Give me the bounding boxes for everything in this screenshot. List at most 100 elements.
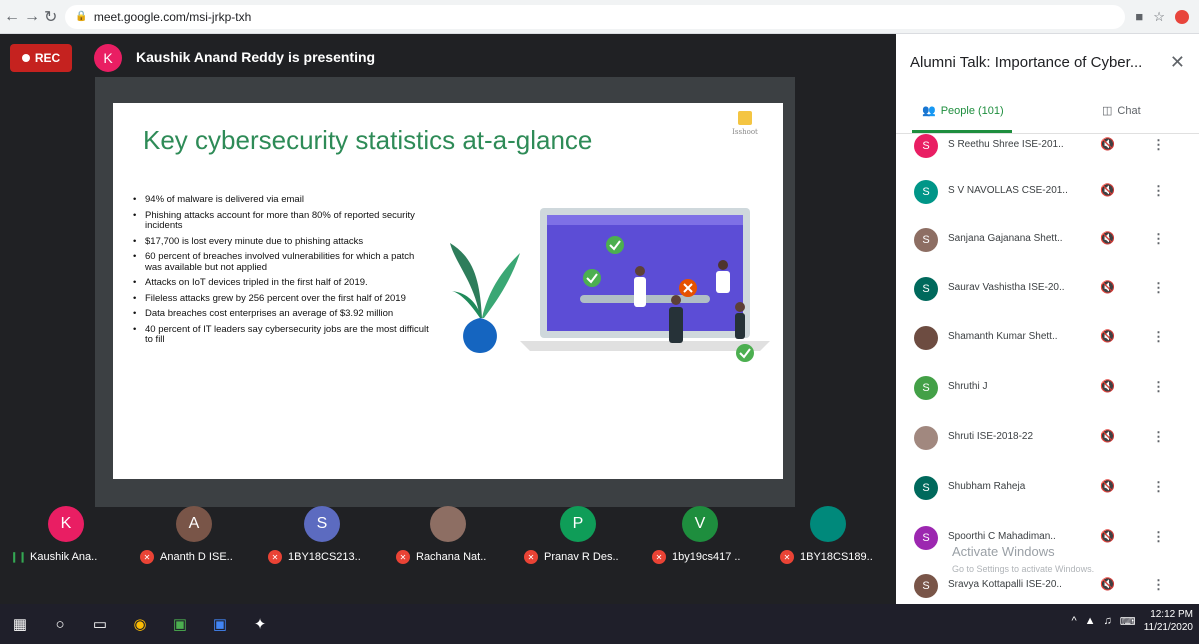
chrome-icon[interactable]: ◉ (120, 604, 160, 644)
address-bar[interactable]: 🔒 meet.google.com/msi-jrkp-txh (65, 4, 1126, 29)
reload-icon[interactable]: ↻ (44, 5, 57, 29)
more-options-icon[interactable]: ⋮ (1152, 577, 1165, 593)
more-options-icon[interactable]: ⋮ (1152, 183, 1165, 199)
bullet-item: Attacks on IoT devices tripled in the fi… (133, 277, 433, 289)
more-options-icon[interactable]: ⋮ (1152, 137, 1165, 153)
app-icon[interactable]: ✦ (240, 604, 280, 644)
people-list: S S Reethu Shree ISE-201.. 🔇 ⋮ S S V NAV… (896, 134, 1199, 604)
mic-off-icon[interactable]: 🔇 (1100, 379, 1115, 393)
avatar: S (914, 228, 938, 252)
participant-name: Ananth D ISE.. (160, 551, 233, 563)
mic-off-icon[interactable]: 🔇 (1100, 429, 1115, 443)
avatar: P (560, 506, 596, 542)
mic-off-icon[interactable]: 🔇 (1100, 280, 1115, 294)
mic-off-icon[interactable]: 🔇 (1100, 231, 1115, 245)
more-options-icon[interactable]: ⋮ (1152, 479, 1165, 495)
mic-off-icon: ✕ (780, 550, 794, 564)
participant-tile[interactable]: S ✕ 1BY18CS213.. (258, 502, 378, 570)
list-item[interactable]: Shruti ISE-2018-22 🔇 ⋮ (896, 426, 1199, 462)
avatar (914, 426, 938, 450)
person-name: S Reethu Shree ISE-201.. (948, 139, 1064, 150)
participant-name: Rachana Nat.. (416, 551, 487, 563)
tab-people[interactable]: 👥 People (101) (922, 104, 1004, 118)
list-item[interactable]: S Shubham Raheja 🔇 ⋮ (896, 476, 1199, 512)
person-name: Shruti ISE-2018-22 (948, 431, 1034, 442)
task-view-icon[interactable]: ▭ (80, 604, 120, 644)
mic-off-icon[interactable]: 🔇 (1100, 529, 1115, 543)
clock-date: 11/21/2020 (1143, 622, 1193, 633)
tab-people-label: People (101) (940, 104, 1004, 117)
more-options-icon[interactable]: ⋮ (1152, 379, 1165, 395)
forward-icon[interactable]: → (24, 5, 40, 29)
list-item[interactable]: S Sanjana Gajanana Shett.. 🔇 ⋮ (896, 228, 1199, 264)
lock-icon: 🔒 (75, 11, 88, 22)
rec-label: REC (34, 51, 61, 65)
avatar (914, 326, 938, 350)
keyboard-icon[interactable]: ⌨ (1120, 615, 1136, 628)
mic-off-icon[interactable]: 🔇 (1100, 577, 1115, 591)
participant-tile[interactable]: ✕ Rachana Nat.. (386, 502, 506, 570)
chat-icon: ◫ (1102, 105, 1113, 117)
participant-tile[interactable]: A ✕ Ananth D ISE.. (130, 502, 250, 570)
list-item[interactable]: S Sravya Kottapalli ISE-20.. 🔇 ⋮ (896, 574, 1199, 604)
address-url: meet.google.com/msi-jrkp-txh (93, 9, 252, 24)
list-item[interactable]: S Saurav Vashistha ISE-20.. 🔇 ⋮ (896, 277, 1199, 313)
participant-tile[interactable]: P ✕ Pranav R Des.. (514, 502, 634, 570)
logo-text: Isshoot (732, 128, 758, 136)
back-icon[interactable]: ← (4, 5, 20, 29)
bullet-item: Data breaches cost enterprises an averag… (133, 308, 433, 320)
record-dot-icon (21, 54, 30, 62)
cybersecurity-illustration (450, 208, 770, 362)
clock[interactable]: 12:12 PM 11/21/2020 (1144, 608, 1193, 634)
person-name: Spoorthi C Mahadiman.. (948, 531, 1056, 542)
participant-name: 1by19cs417 .. (672, 551, 741, 563)
participant-tile[interactable]: K ❙❙ Kaushik Ana.. (0, 502, 120, 570)
mic-off-icon[interactable]: 🔇 (1100, 479, 1115, 493)
mic-off-icon[interactable]: 🔇 (1100, 329, 1115, 343)
avatar: S (914, 574, 938, 598)
tray-chevron-icon[interactable]: ^ (1071, 615, 1076, 627)
avatar: S (914, 277, 938, 301)
avatar: S (304, 506, 340, 542)
bullet-item: Phishing attacks account for more than 8… (133, 210, 433, 232)
windows-start-icon[interactable]: ▦ (0, 604, 40, 644)
participant-name: 1BY18CS213.. (288, 551, 361, 563)
tab-chat-label: Chat (1117, 104, 1141, 117)
avatar (810, 506, 846, 542)
person-name: Shubham Raheja (948, 481, 1026, 492)
star-icon[interactable]: ☆ (1153, 9, 1165, 25)
bullet-item: 60 percent of breaches involved vulnerab… (133, 251, 433, 273)
close-icon[interactable]: ✕ (1170, 52, 1185, 73)
word-icon[interactable]: ▣ (200, 604, 240, 644)
more-options-icon[interactable]: ⋮ (1152, 231, 1165, 247)
volume-icon[interactable]: ♫ (1104, 615, 1112, 627)
participant-tile[interactable]: ✕ 1BY18CS189.. (770, 502, 890, 570)
more-options-icon[interactable]: ⋮ (1152, 280, 1165, 296)
person-name: Shamanth Kumar Shett.. (948, 331, 1058, 342)
more-options-icon[interactable]: ⋮ (1152, 329, 1165, 345)
more-options-icon[interactable]: ⋮ (1152, 429, 1165, 445)
list-item[interactable]: S S Reethu Shree ISE-201.. 🔇 ⋮ (896, 134, 1199, 170)
avatar: S (914, 376, 938, 400)
list-item[interactable]: S S V NAVOLLAS CSE-201.. 🔇 ⋮ (896, 180, 1199, 216)
extension-icon[interactable]: ■ (1135, 9, 1143, 24)
list-item[interactable]: Shamanth Kumar Shett.. 🔇 ⋮ (896, 326, 1199, 362)
mic-off-icon[interactable]: 🔇 (1100, 137, 1115, 151)
slide-bullets: 94% of malware is delivered via email Ph… (133, 194, 433, 351)
list-item[interactable]: S Shruthi J 🔇 ⋮ (896, 376, 1199, 412)
profile-icon[interactable] (1174, 9, 1189, 24)
network-icon[interactable]: ▲ (1085, 615, 1096, 627)
browser-toolbar: ← → ↻ 🔒 meet.google.com/msi-jrkp-txh ■ ☆… (0, 0, 1199, 34)
tab-chat[interactable]: ◫ Chat (1102, 104, 1141, 118)
person-name: S V NAVOLLAS CSE-201.. (948, 185, 1068, 196)
more-options-icon[interactable]: ⋮ (1152, 529, 1165, 545)
bullet-item: Fileless attacks grew by 256 percent ove… (133, 293, 433, 305)
presenter-status: Kaushik Anand Reddy is presenting (136, 49, 376, 65)
windows-taskbar: ▦ ○ ▭ ◉ ▣ ▣ ✦ ^ ▲ ♫ ⌨ 12:12 PM 11/21/202… (0, 604, 1199, 644)
person-name: Shruthi J (948, 381, 988, 392)
participant-tile[interactable]: V ✕ 1by19cs417 .. (642, 502, 762, 570)
search-icon[interactable]: ○ (40, 604, 80, 644)
mic-off-icon[interactable]: 🔇 (1100, 183, 1115, 197)
file-explorer-icon[interactable]: ▣ (160, 604, 200, 644)
clock-time: 12:12 PM (1150, 609, 1193, 620)
